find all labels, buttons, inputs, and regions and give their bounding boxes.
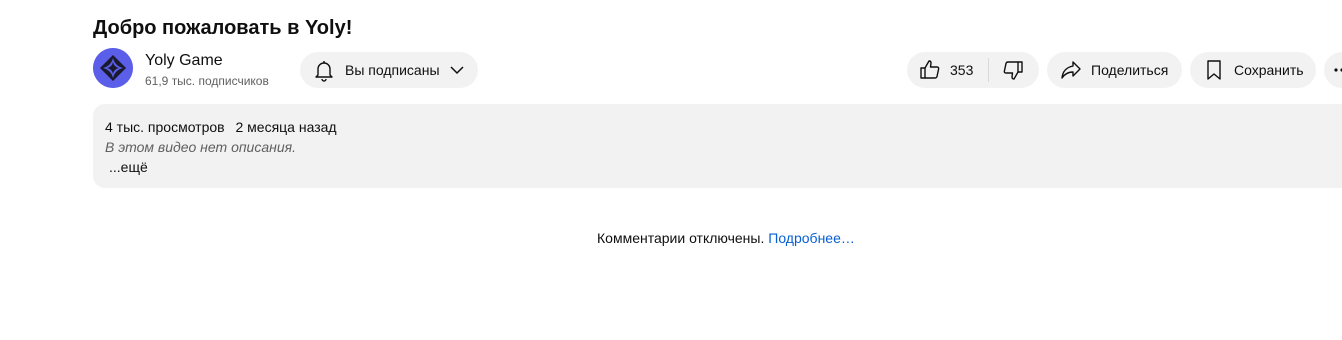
save-label: Сохранить (1234, 62, 1304, 78)
comments-disabled-text: Комментарии отключены. (597, 230, 765, 246)
more-horizontal-icon (1330, 58, 1342, 82)
publish-date: 2 месяца назад (235, 119, 337, 135)
chevron-down-icon (448, 61, 466, 79)
more-actions-button[interactable] (1324, 52, 1342, 88)
dislike-button[interactable] (989, 52, 1037, 88)
bell-icon (312, 58, 336, 82)
description-meta: 4 тыс. просмотров 2 месяца назад (105, 118, 337, 136)
save-button[interactable]: Сохранить (1190, 52, 1316, 88)
watch-metadata: Добро пожаловать в Yoly! Yoly Game 61,9 … (93, 0, 1342, 340)
bookmark-icon (1202, 58, 1226, 82)
like-count: 353 (950, 62, 974, 78)
comments-disabled-message: Комментарии отключены. Подробнее… (597, 229, 855, 247)
share-icon (1059, 58, 1083, 82)
like-dislike-group: 353 (907, 52, 1039, 88)
thumb-down-icon (1001, 58, 1025, 82)
channel-avatar[interactable] (93, 48, 133, 88)
share-label: Поделиться (1091, 62, 1169, 78)
share-button[interactable]: Поделиться (1047, 52, 1182, 88)
description-box[interactable]: 4 тыс. просмотров 2 месяца назад В этом … (93, 104, 1342, 188)
no-description-text: В этом видео нет описания. (105, 139, 296, 155)
show-more-button[interactable]: ...ещё (109, 158, 148, 176)
subscribed-label: Вы подписаны (345, 62, 440, 78)
learn-more-link[interactable]: Подробнее… (768, 230, 855, 246)
view-count: 4 тыс. просмотров (105, 119, 225, 135)
subscribed-button[interactable]: Вы подписаны (300, 52, 478, 88)
channel-name[interactable]: Yoly Game (145, 51, 223, 71)
like-button[interactable]: 353 (907, 52, 988, 88)
channel-logo-icon (93, 48, 133, 88)
thumb-up-icon (918, 58, 942, 82)
subscriber-count: 61,9 тыс. подписчиков (145, 74, 269, 88)
video-title: Добро пожаловать в Yoly! (93, 17, 353, 39)
